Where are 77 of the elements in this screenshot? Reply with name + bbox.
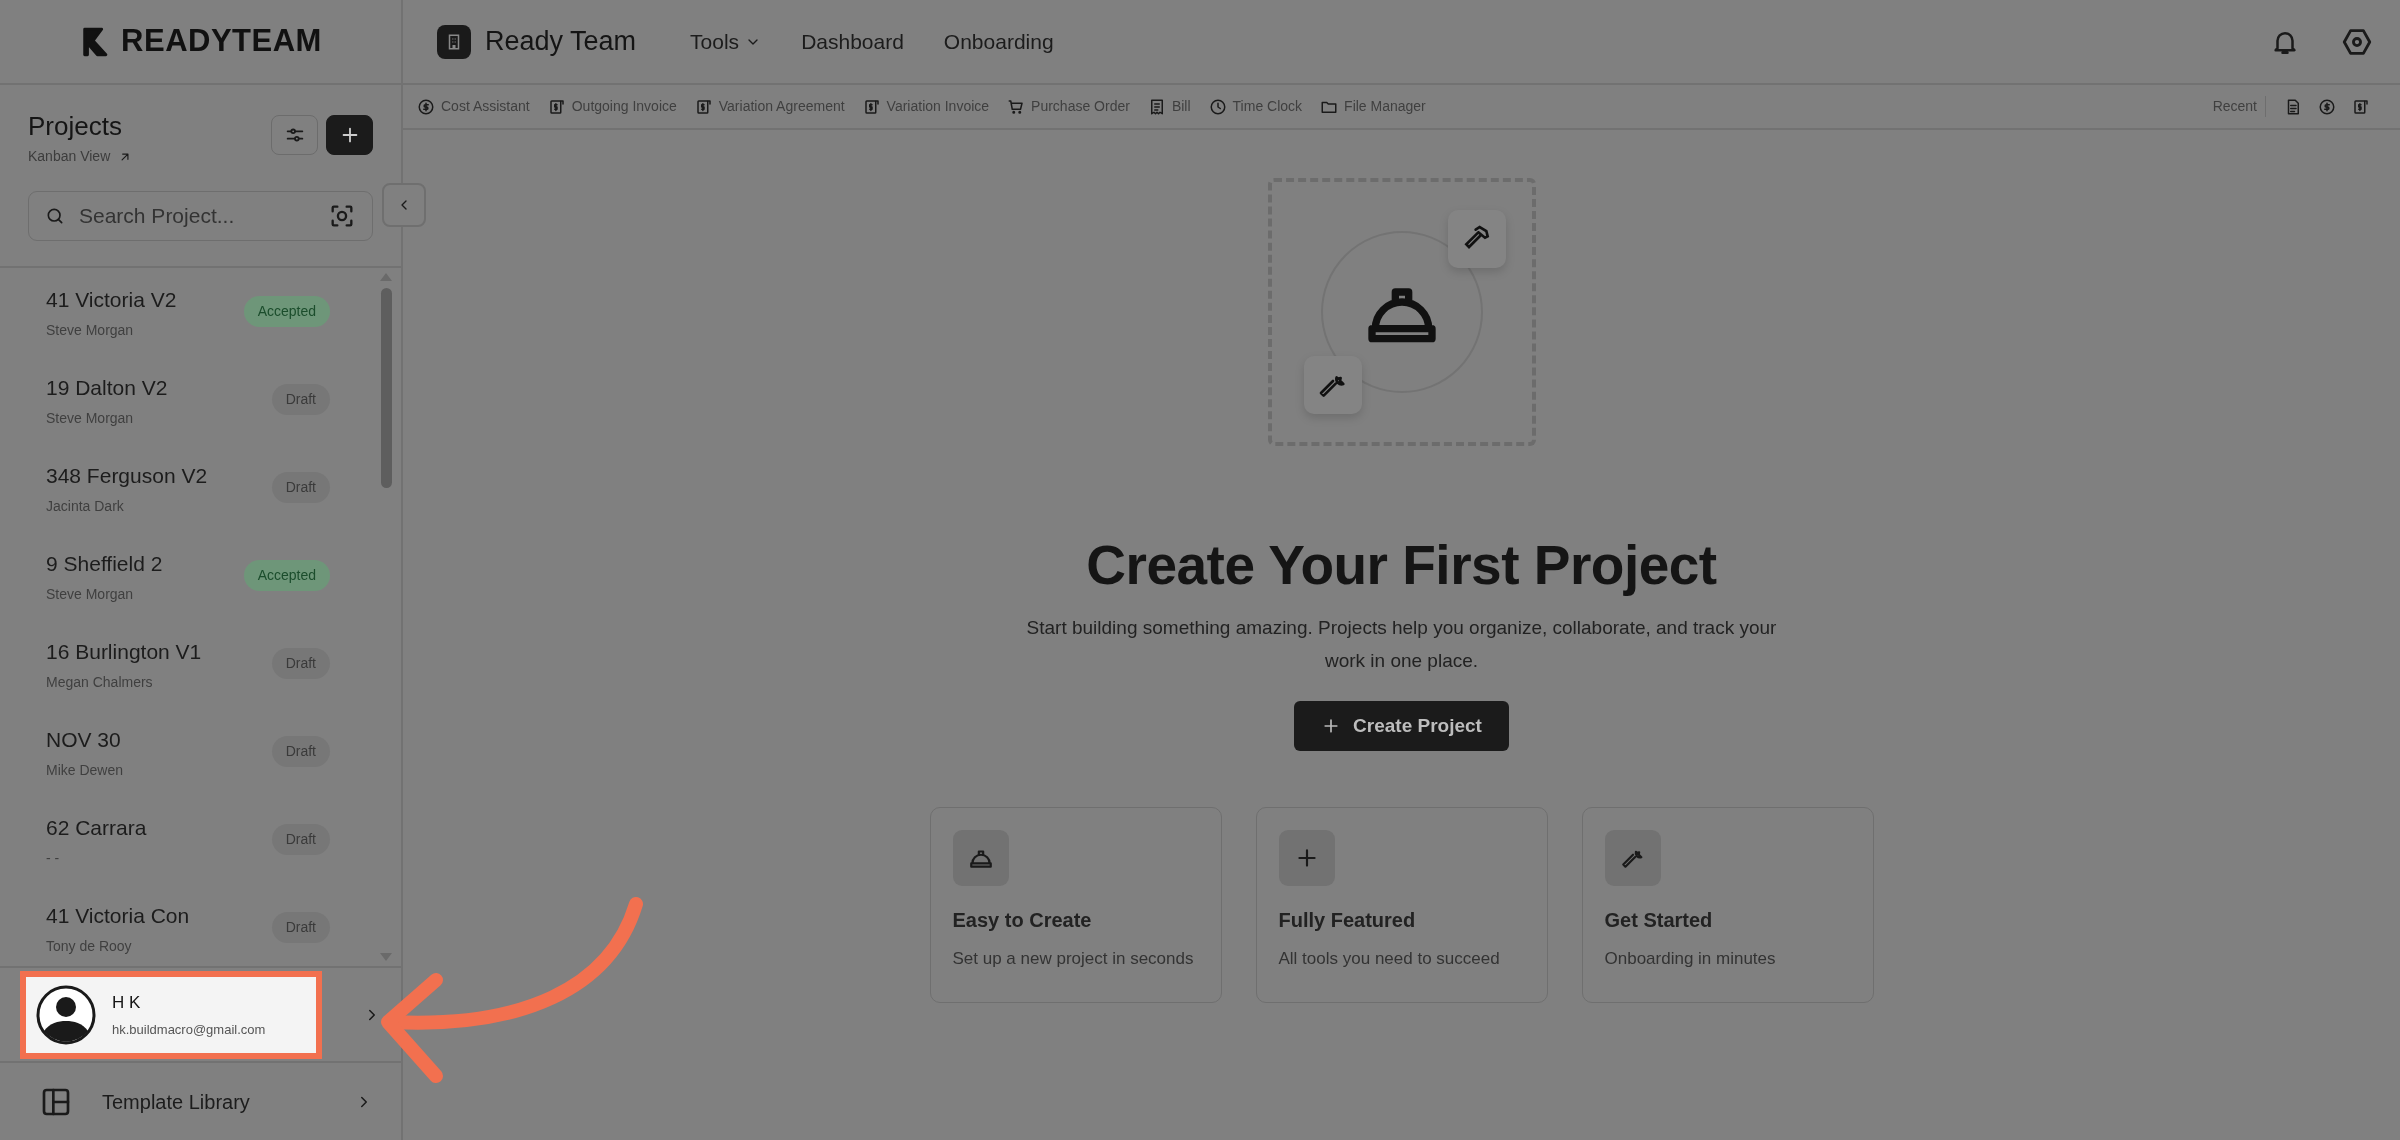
- nav-link[interactable]: Onboarding: [943, 25, 1054, 58]
- user-profile[interactable]: H K hk.buildmacro@gmail.com: [20, 970, 322, 1059]
- search-input[interactable]: Search Project...: [77, 199, 316, 233]
- recent-label: Recent: [2212, 96, 2266, 117]
- project-owner: Jacinta Dark: [46, 496, 125, 516]
- project-item[interactable]: 41 Victoria Con Tony de Rooy Draft: [0, 884, 376, 966]
- toolbar-item[interactable]: Cost Assistant: [417, 96, 530, 117]
- add-button[interactable]: [326, 115, 373, 155]
- project-name: 19 Dalton V2: [46, 375, 168, 401]
- status-badge: Accepted: [243, 296, 330, 327]
- feature-text: Set up a new project in seconds: [952, 949, 1195, 969]
- project-owner: Megan Chalmers: [46, 672, 154, 692]
- toolbar-item[interactable]: File Manager: [1320, 96, 1426, 117]
- building-icon: [437, 24, 471, 59]
- user-name: H K: [112, 992, 142, 1014]
- project-item[interactable]: NOV 30 Mike Dewen Draft: [0, 708, 376, 796]
- logo-text: READYTEAM: [121, 22, 322, 61]
- invoice-icon: [547, 97, 566, 116]
- cart-icon: [1007, 97, 1026, 116]
- dollar-coin-icon: [417, 97, 435, 116]
- toolbar-item[interactable]: Purchase Order: [1007, 96, 1130, 117]
- invoice-icon: [862, 97, 881, 116]
- create-project-button[interactable]: Create Project: [1294, 700, 1509, 751]
- status-badge: Draft: [271, 384, 330, 415]
- project-item[interactable]: 348 Ferguson V2 Jacinta Dark Draft: [0, 444, 376, 532]
- project-name: 62 Carrara: [46, 815, 147, 841]
- feature-title: Easy to Create: [952, 908, 1093, 933]
- scroll-thumb[interactable]: [380, 288, 392, 488]
- sidebar-title: Projects: [28, 110, 123, 143]
- project-owner: Tony de Rooy: [46, 936, 133, 956]
- project-item[interactable]: 62 Carrara - - Draft: [0, 796, 376, 884]
- invoice-icon: [694, 97, 713, 116]
- project-item[interactable]: 19 Dalton V2 Steve Morgan Draft: [0, 356, 376, 444]
- status-badge: Draft: [271, 648, 330, 679]
- kanban-view-link[interactable]: Kanban View: [28, 146, 133, 167]
- project-item[interactable]: 41 Victoria V2 Steve Morgan Accepted: [0, 268, 376, 356]
- invoice-icon[interactable]: [2352, 97, 2370, 116]
- feature-text: Onboarding in minutes: [1604, 949, 1777, 969]
- project-name: 41 Victoria V2: [46, 287, 177, 313]
- project-owner: Steve Morgan: [46, 584, 135, 604]
- project-owner: - -: [46, 848, 61, 868]
- nav-dropdown[interactable]: Tools: [690, 25, 762, 58]
- project-item[interactable]: 16 Burlington V1 Megan Chalmers Draft: [0, 620, 376, 708]
- feature-title: Fully Featured: [1278, 908, 1417, 933]
- project-owner: Steve Morgan: [46, 320, 135, 340]
- nav-link[interactable]: Dashboard: [801, 25, 904, 58]
- dollar-coin-icon[interactable]: [2318, 97, 2336, 116]
- project-owner: Steve Morgan: [46, 408, 135, 428]
- search-field[interactable]: Search Project...: [28, 191, 373, 241]
- filter-button[interactable]: [271, 115, 318, 155]
- toolbar-item[interactable]: Variation Invoice: [862, 96, 990, 117]
- avatar-icon: [36, 984, 96, 1045]
- workspace-name: Ready Team: [485, 25, 637, 59]
- page-description: Start building something amazing. Projects help you organize, collaborate, and track your work in one place.: [1025, 615, 1778, 673]
- project-item[interactable]: 9 Sheffield 2 Steve Morgan Accepted: [0, 532, 376, 620]
- status-badge: Draft: [271, 912, 330, 943]
- project-name: NOV 30: [46, 727, 122, 753]
- status-badge: Accepted: [243, 560, 330, 591]
- toolbar-item[interactable]: Time Clock: [1208, 96, 1303, 117]
- project-name: 348 Ferguson V2: [46, 463, 208, 489]
- toolbar-item[interactable]: Variation Agreement: [694, 96, 845, 117]
- feature-text: All tools you need to succeed: [1278, 949, 1501, 969]
- project-owner: Mike Dewen: [46, 760, 124, 780]
- project-name: 41 Victoria Con: [46, 903, 190, 929]
- search-icon: [45, 206, 65, 226]
- project-name: 9 Sheffield 2: [46, 551, 163, 577]
- status-badge: Draft: [271, 736, 330, 767]
- user-email: hk.buildmacro@gmail.com: [112, 1020, 266, 1039]
- template-library-link[interactable]: Template Library: [0, 1063, 401, 1140]
- toolbar-item[interactable]: Outgoing Invoice: [547, 96, 677, 117]
- feature-title: Get Started: [1604, 908, 1714, 933]
- clock-icon: [1208, 97, 1227, 116]
- page-heading: Create Your First Project: [1086, 533, 1717, 598]
- status-badge: Draft: [271, 824, 330, 855]
- toolbar-item[interactable]: Bill: [1147, 96, 1191, 117]
- project-name: 16 Burlington V1: [46, 639, 202, 665]
- status-badge: Draft: [271, 472, 330, 503]
